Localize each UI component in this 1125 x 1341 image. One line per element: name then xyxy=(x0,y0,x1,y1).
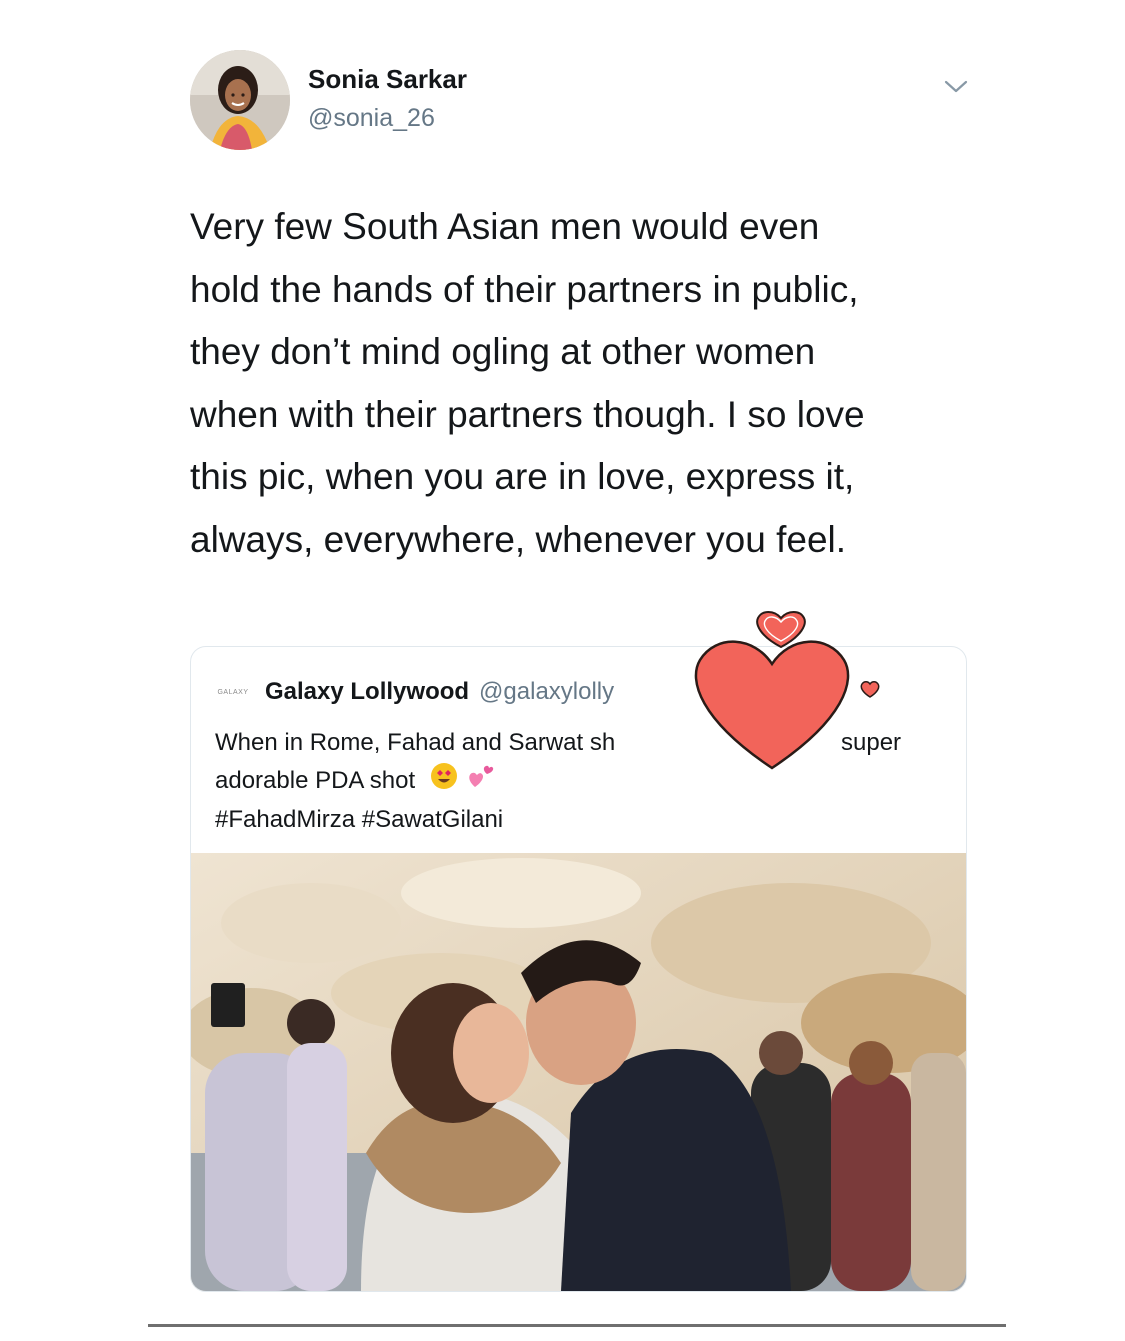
two-hearts-emoji-icon xyxy=(466,761,496,802)
profile-photo-icon xyxy=(190,50,290,150)
quoted-author-name[interactable]: Galaxy Lollywood xyxy=(265,678,469,706)
avatar[interactable] xyxy=(190,50,290,150)
quoted-line-1-end: super xyxy=(841,729,902,756)
tweet-line: they don’t mind ogling at other women xyxy=(190,331,816,372)
tweet-text: Very few South Asian men would even hold… xyxy=(190,196,990,571)
quoted-tweet[interactable]: GALAXY Galaxy Lollywood @galaxylolly Whe… xyxy=(190,646,967,1292)
author-name[interactable]: Sonia Sarkar xyxy=(308,64,467,95)
tweet-line: when with their partners though. I so lo… xyxy=(190,393,865,435)
quoted-author-handle[interactable]: @galaxylolly xyxy=(479,678,614,706)
tweet-line: hold the hands of their partners in publ… xyxy=(190,268,859,310)
quoted-header: GALAXY Galaxy Lollywood @galaxylolly xyxy=(213,675,614,709)
quoted-hashtags[interactable]: #FahadMirza #SawatGilani xyxy=(215,802,925,838)
heart-eyes-emoji-icon xyxy=(430,762,458,801)
tweet-line: always, everywhere, whenever you feel. xyxy=(190,518,847,560)
quoted-photo[interactable] xyxy=(191,853,966,1291)
tweet-line: Very few South Asian men would even xyxy=(190,206,820,247)
author-handle[interactable]: @sonia_26 xyxy=(308,104,435,133)
quoted-line-1-start: When in Rome, Fahad and Sarwat sh xyxy=(215,729,616,756)
tweet-card: Sonia Sarkar @sonia_26 Very few South As… xyxy=(0,0,1125,1341)
quoted-line-2: adorable PDA shot xyxy=(215,766,416,794)
chevron-down-icon[interactable] xyxy=(938,72,974,100)
tweet-line: this pic, when you are in love, express … xyxy=(190,456,855,497)
divider xyxy=(148,1324,1006,1327)
heart-sticker-small-top-icon xyxy=(756,611,806,649)
quoted-text: When in Rome, Fahad and Sarwat sh super … xyxy=(215,725,925,838)
galaxy-logo-icon: GALAXY xyxy=(217,688,249,696)
